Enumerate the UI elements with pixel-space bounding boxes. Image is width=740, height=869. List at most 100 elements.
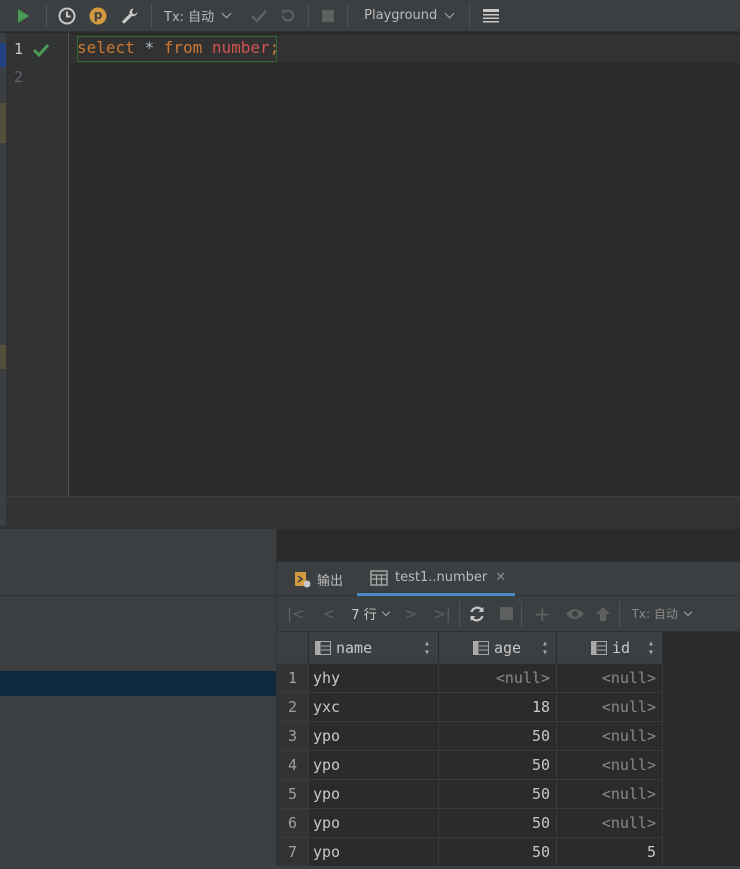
cell-name[interactable]: yhy bbox=[309, 664, 439, 693]
line-number: 2 bbox=[14, 68, 24, 86]
add-row-icon[interactable]: + bbox=[534, 604, 551, 624]
toolbar-separator bbox=[520, 600, 522, 627]
toolbar-separator bbox=[46, 3, 47, 28]
row-number: 1 bbox=[277, 664, 309, 693]
next-page-icon[interactable]: > bbox=[405, 605, 418, 623]
row-count-label: 7 行 bbox=[351, 608, 377, 623]
previous-page-icon[interactable]: < bbox=[323, 605, 336, 623]
table-row[interactable]: 7 ypo 50 5 bbox=[277, 838, 663, 867]
row-count-dropdown[interactable]: 7 行 bbox=[351, 604, 390, 623]
column-icon bbox=[315, 640, 331, 655]
play-icon bbox=[18, 8, 29, 23]
playground-dropdown[interactable]: Playground bbox=[354, 0, 463, 32]
code-line-1[interactable]: select * from number; bbox=[77, 38, 279, 57]
cell-age[interactable]: 50 bbox=[439, 809, 557, 838]
cell-id[interactable]: <null> bbox=[557, 780, 663, 809]
view-icon[interactable] bbox=[565, 606, 585, 622]
results-pane: 输出 test1..number ✕ |< < 7 行 > >| + Tx: 自… bbox=[276, 529, 740, 869]
chevron-down-icon bbox=[381, 607, 390, 616]
profile-button[interactable]: p bbox=[81, 0, 115, 32]
rollback-button[interactable] bbox=[274, 0, 302, 32]
cell-age[interactable]: 50 bbox=[439, 780, 557, 809]
first-page-icon[interactable]: |< bbox=[287, 605, 305, 623]
sort-icon[interactable]: ▴ ▾ bbox=[542, 638, 548, 657]
settings-button[interactable] bbox=[115, 0, 145, 32]
table-name-token: number bbox=[211, 38, 270, 57]
grid-header-row: name ▴ ▾ age ▴ ▾ id ▴ ▾ bbox=[277, 632, 663, 664]
stop-button[interactable] bbox=[315, 0, 341, 32]
cell-name[interactable]: ypo bbox=[309, 809, 439, 838]
result-grid[interactable]: name ▴ ▾ age ▴ ▾ id ▴ ▾ 1 yhy <null> <nu… bbox=[277, 632, 663, 867]
column-header-label: age bbox=[494, 638, 522, 657]
cell-name[interactable]: ypo bbox=[309, 838, 439, 867]
cell-id[interactable]: <null> bbox=[557, 664, 663, 693]
grid-toolbar: |< < 7 行 > >| + Tx: 自动 bbox=[277, 596, 740, 632]
chevron-down-icon bbox=[683, 607, 693, 616]
cell-age[interactable]: 50 bbox=[439, 751, 557, 780]
tab-output[interactable]: 输出 bbox=[293, 562, 361, 596]
results-tabs: 输出 test1..number ✕ bbox=[277, 562, 740, 596]
cell-age[interactable]: 50 bbox=[439, 838, 557, 867]
history-button[interactable] bbox=[53, 0, 81, 32]
upload-icon[interactable] bbox=[595, 606, 611, 622]
services-pane bbox=[0, 529, 276, 869]
last-page-icon[interactable]: >| bbox=[433, 605, 451, 623]
cell-id[interactable]: <null> bbox=[557, 751, 663, 780]
tx-mode-dropdown[interactable]: Tx: 自动 bbox=[158, 0, 236, 32]
keyword-from: from bbox=[163, 38, 203, 57]
column-icon bbox=[591, 640, 607, 655]
wrench-icon bbox=[122, 8, 138, 23]
cell-name[interactable]: ypo bbox=[309, 780, 439, 809]
grid-empty-area bbox=[663, 632, 740, 869]
tab-output-label: 输出 bbox=[317, 573, 344, 589]
cell-id[interactable]: <null> bbox=[557, 809, 663, 838]
output-layout-button[interactable] bbox=[476, 0, 506, 32]
commit-button[interactable] bbox=[244, 0, 274, 32]
row-number: 7 bbox=[277, 838, 309, 867]
stop-icon[interactable] bbox=[499, 607, 513, 620]
cell-age[interactable]: 50 bbox=[439, 722, 557, 751]
column-header-name[interactable]: name ▴ ▾ bbox=[309, 632, 439, 664]
stop-icon bbox=[322, 9, 335, 22]
table-row[interactable]: 6 ypo 50 <null> bbox=[277, 809, 663, 838]
cell-name[interactable]: ypo bbox=[309, 722, 439, 751]
cell-id[interactable]: <null> bbox=[557, 693, 663, 722]
editor-breadcrumb-bar bbox=[6, 496, 740, 526]
toolbar-separator bbox=[347, 3, 349, 28]
selected-tree-node[interactable] bbox=[0, 671, 276, 696]
grid-tx-dropdown[interactable]: Tx: 自动 bbox=[631, 605, 693, 622]
cell-age[interactable]: 18 bbox=[439, 693, 557, 722]
cell-id[interactable]: 5 bbox=[557, 838, 663, 867]
sort-icon[interactable]: ▴ ▾ bbox=[424, 638, 430, 657]
sql-editor[interactable]: 1 2 select * from number; bbox=[0, 33, 740, 526]
table-row[interactable]: 4 ypo 50 <null> bbox=[277, 751, 663, 780]
row-number-header bbox=[277, 632, 309, 664]
cell-name[interactable]: ypo bbox=[309, 751, 439, 780]
tx-mode-label: Tx: 自动 bbox=[164, 10, 215, 25]
star-token: * bbox=[144, 38, 155, 57]
column-header-id[interactable]: id ▴ ▾ bbox=[557, 632, 663, 664]
close-icon[interactable]: ✕ bbox=[495, 570, 506, 585]
column-header-age[interactable]: age ▴ ▾ bbox=[439, 632, 557, 664]
column-header-label: id bbox=[612, 638, 631, 657]
cell-id[interactable]: <null> bbox=[557, 722, 663, 751]
run-button[interactable] bbox=[0, 0, 46, 32]
sort-icon[interactable]: ▴ ▾ bbox=[648, 638, 654, 657]
line-number: 1 bbox=[14, 40, 24, 58]
refresh-icon[interactable] bbox=[468, 605, 486, 623]
code-area[interactable]: select * from number; bbox=[70, 33, 740, 496]
table-row[interactable]: 3 ypo 50 <null> bbox=[277, 722, 663, 751]
table-row[interactable]: 2 yxc 18 <null> bbox=[277, 693, 663, 722]
services-header bbox=[0, 529, 276, 596]
cell-name[interactable]: yxc bbox=[309, 693, 439, 722]
grid-tx-label: Tx: 自动 bbox=[631, 607, 678, 621]
row-number: 5 bbox=[277, 780, 309, 809]
table-lines-icon bbox=[483, 8, 500, 22]
main-toolbar: p Tx: 自动 Playground bbox=[0, 0, 740, 32]
output-icon bbox=[295, 572, 311, 588]
table-row[interactable]: 1 yhy <null> <null> bbox=[277, 664, 663, 693]
cell-age[interactable]: <null> bbox=[439, 664, 557, 693]
tab-table[interactable]: test1..number ✕ bbox=[357, 562, 515, 596]
row-number: 6 bbox=[277, 809, 309, 838]
table-row[interactable]: 5 ypo 50 <null> bbox=[277, 780, 663, 809]
